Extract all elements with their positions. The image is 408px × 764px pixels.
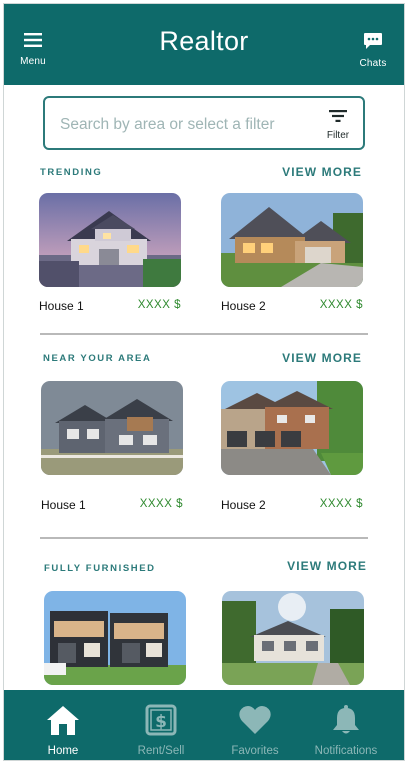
listing-name: House 2 xyxy=(221,299,266,313)
search-input[interactable]: Search by area or select a filter xyxy=(60,116,275,134)
house-photo xyxy=(44,591,186,685)
search-bar[interactable]: Search by area or select a filter Filter xyxy=(43,96,365,150)
nav-rent-sell[interactable]: $ Rent/Sell xyxy=(113,704,209,757)
nav-notifications[interactable]: Notifications xyxy=(298,704,394,757)
nav-notifications-label: Notifications xyxy=(314,745,378,757)
menu-label: Menu xyxy=(20,56,46,67)
view-more-near-your-area-button[interactable]: VIEW MORE xyxy=(282,351,362,365)
filter-icon xyxy=(329,110,347,122)
view-more-fully-furnished-button[interactable]: VIEW MORE xyxy=(287,559,367,573)
listing-name: House 2 xyxy=(221,498,266,512)
listing-card[interactable]: House 2 XXXX $ xyxy=(221,193,363,313)
bell-icon xyxy=(333,705,359,734)
house-photo xyxy=(221,381,363,475)
house-photo xyxy=(41,381,183,475)
section-title-near-your-area: NEAR YOUR AREA xyxy=(43,353,152,364)
listing-price: XXXX $ xyxy=(137,299,181,311)
house-photo xyxy=(39,193,181,287)
section-divider xyxy=(40,537,368,539)
listing-card[interactable]: House 1 XXXX $ xyxy=(41,381,183,512)
nav-home-label: Home xyxy=(47,745,79,757)
chats-button[interactable]: Chats xyxy=(356,32,390,69)
heart-icon xyxy=(239,706,271,734)
chat-bubble-icon xyxy=(364,33,382,49)
section-title-fully-furnished: FULLY FURNISHED xyxy=(44,563,156,574)
app-frame: Menu Realtor Chats Search by area or sel… xyxy=(3,3,405,761)
nav-rent-sell-label: Rent/Sell xyxy=(137,745,185,757)
nav-home[interactable]: Home xyxy=(15,704,111,757)
bottom-navigation: Home $ Rent/Sell Favorites Notifications xyxy=(4,690,404,760)
nav-favorites-label: Favorites xyxy=(231,745,279,757)
listing-price: XXXX $ xyxy=(319,299,363,311)
listing-card[interactable] xyxy=(222,591,364,685)
app-title: Realtor xyxy=(159,26,249,56)
listing-price: XXXX $ xyxy=(319,498,363,510)
listing-name: House 1 xyxy=(39,299,84,313)
house-photo xyxy=(221,193,363,287)
listing-card[interactable]: House 2 XXXX $ xyxy=(221,381,363,512)
listing-card[interactable] xyxy=(44,591,186,685)
house-photo xyxy=(222,591,364,685)
listing-name: House 1 xyxy=(41,498,86,512)
listing-card[interactable]: House 1 XXXX $ xyxy=(39,193,181,313)
listing-price: XXXX $ xyxy=(139,498,183,510)
filter-label: Filter xyxy=(326,130,350,141)
filter-button[interactable]: Filter xyxy=(323,109,353,141)
nav-favorites[interactable]: Favorites xyxy=(207,704,303,757)
app-header: Menu Realtor Chats xyxy=(4,4,404,85)
svg-text:$: $ xyxy=(155,712,167,732)
view-more-trending-button[interactable]: VIEW MORE xyxy=(282,165,362,179)
section-divider xyxy=(40,333,368,335)
home-icon xyxy=(47,706,79,735)
section-title-trending: TRENDING xyxy=(40,167,103,178)
chats-label: Chats xyxy=(359,58,387,69)
dollar-sign-icon: $ xyxy=(145,704,177,736)
